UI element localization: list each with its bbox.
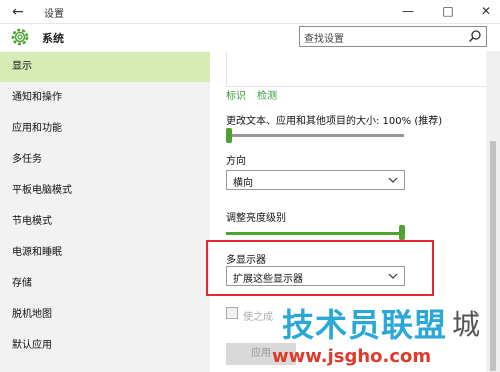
scrollbar-thumb[interactable] bbox=[490, 141, 496, 371]
brightness-slider-fill bbox=[226, 232, 400, 235]
title-bar: ← 设置 — □ ✕ bbox=[0, 0, 500, 24]
gear-icon bbox=[11, 28, 29, 46]
orientation-select[interactable]: 横向 bbox=[226, 170, 405, 190]
scale-slider-track bbox=[226, 134, 404, 137]
highlight-box bbox=[206, 240, 434, 296]
brightness-label: 调整亮度级别 bbox=[226, 213, 286, 224]
search-input[interactable]: 查找设置 bbox=[299, 26, 487, 47]
sidebar-item-battery-saver[interactable]: 节电模式 bbox=[0, 207, 210, 237]
search-icon[interactable] bbox=[468, 29, 482, 43]
search-placeholder: 查找设置 bbox=[304, 34, 344, 45]
chevron-down-icon bbox=[388, 177, 398, 183]
sidebar-item-apps[interactable]: 应用和功能 bbox=[0, 114, 210, 144]
orientation-value: 横向 bbox=[233, 178, 253, 189]
sidebar-item-offline-maps[interactable]: 脱机地图 bbox=[0, 300, 210, 330]
sidebar-item-power-sleep[interactable]: 电源和睡眠 bbox=[0, 238, 210, 268]
identify-link[interactable]: 标识 bbox=[226, 87, 246, 102]
scale-slider-thumb[interactable] bbox=[226, 128, 232, 143]
scale-label: 更改文本、应用和其他项目的大小: 100% (推荐) bbox=[226, 116, 443, 127]
watermark-url: www.jsgho.com bbox=[272, 346, 432, 367]
sidebar-item-default-apps[interactable]: 默认应用 bbox=[0, 331, 210, 361]
close-icon[interactable]: ✕ bbox=[478, 3, 494, 19]
back-arrow-icon[interactable]: ← bbox=[12, 4, 28, 20]
window-title: 设置 bbox=[44, 9, 64, 20]
detect-link[interactable]: 检测 bbox=[257, 87, 277, 102]
orientation-label: 方向 bbox=[226, 156, 246, 167]
scrollbar[interactable] bbox=[486, 51, 500, 372]
sidebar-item-notifications[interactable]: 通知和操作 bbox=[0, 83, 210, 113]
sidebar-item-tablet-mode[interactable]: 平板电脑模式 bbox=[0, 176, 210, 206]
watermark-partial-text: 城 bbox=[452, 308, 481, 341]
make-main-display-checkbox[interactable] bbox=[226, 307, 238, 319]
page-title: 系统 bbox=[42, 32, 64, 45]
maximize-icon[interactable]: □ bbox=[440, 3, 456, 19]
sidebar-item-storage[interactable]: 存储 bbox=[0, 269, 210, 299]
checkbox-label: 使之成 bbox=[243, 312, 273, 323]
sidebar-item-multitasking[interactable]: 多任务 bbox=[0, 145, 210, 175]
minimize-icon[interactable]: — bbox=[400, 3, 416, 19]
sidebar-item-display[interactable]: 显示 bbox=[0, 52, 210, 82]
watermark-logo: 技术员联盟 bbox=[282, 306, 448, 344]
brightness-slider-thumb[interactable] bbox=[399, 225, 405, 240]
sidebar: 显示 通知和操作 应用和功能 多任务 平板电脑模式 节电模式 电源和睡眠 存储 … bbox=[0, 51, 210, 372]
display-preview bbox=[226, 53, 488, 87]
